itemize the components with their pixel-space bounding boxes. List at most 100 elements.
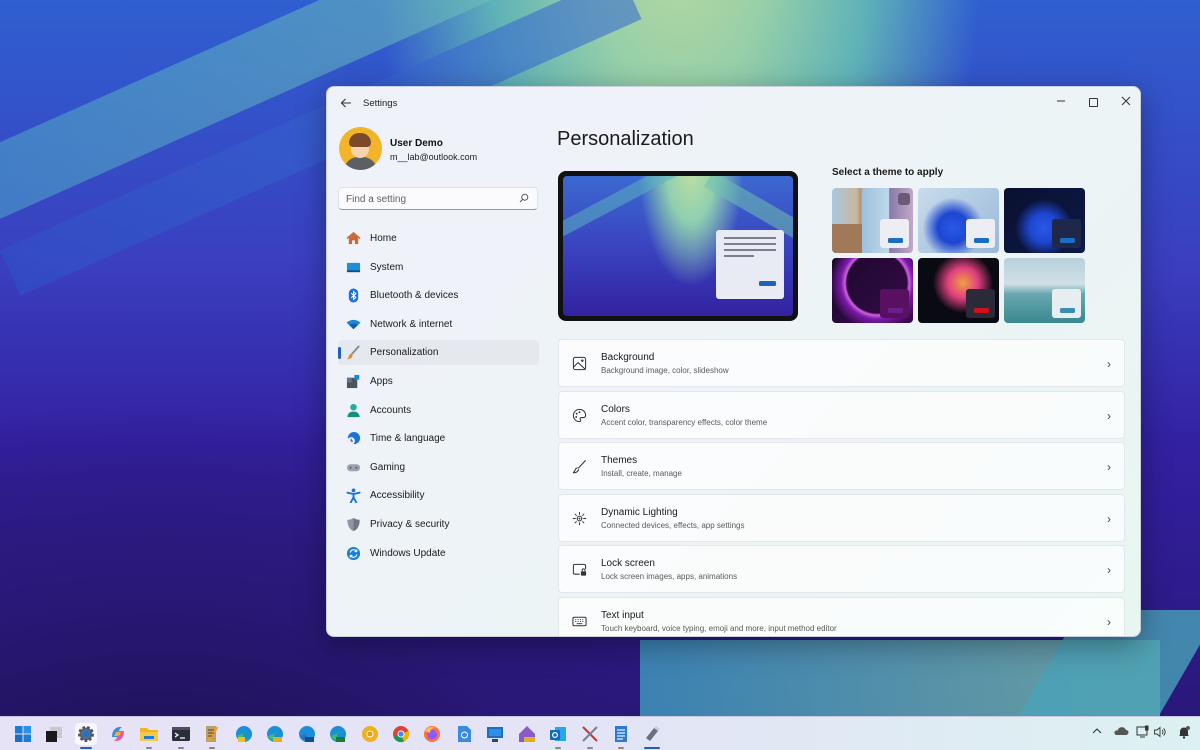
active-indicator (80, 747, 92, 749)
sidebar-nav: Home System Bluetooth & devices Network … (338, 226, 539, 569)
sidebar-item-personalization[interactable]: Personalization (338, 340, 539, 366)
onedrive-icon (1114, 727, 1129, 735)
avatar[interactable] (339, 127, 382, 170)
chevron-right-icon: › (1107, 408, 1111, 423)
taskbar-firefox[interactable] (421, 723, 443, 745)
volume-button[interactable] (1152, 725, 1168, 743)
accessibility-icon (346, 488, 361, 504)
sidebar-item-label: Apps (370, 375, 393, 387)
network-icon (1136, 725, 1149, 738)
start-button[interactable] (12, 723, 34, 745)
taskbar-tools[interactable] (201, 723, 223, 749)
setting-text-input[interactable]: Text input Touch keyboard, voice typing,… (558, 596, 1125, 636)
themes-label: Select a theme to apply (832, 167, 944, 178)
taskbar-usb-drive[interactable] (641, 723, 663, 749)
sidebar-item-windows-update[interactable]: Windows Update (338, 541, 539, 566)
sidebar-item-bluetooth[interactable]: Bluetooth & devices (338, 283, 539, 308)
palette-icon (572, 408, 587, 422)
setting-title: Dynamic Lighting (601, 506, 678, 518)
taskbar-edge-canary[interactable] (264, 723, 286, 745)
taskbar-chrome-canary[interactable] (359, 723, 381, 745)
settings-icon (78, 726, 94, 742)
sidebar-item-label: Gaming (370, 461, 406, 473)
theme-tile[interactable] (918, 188, 999, 253)
taskbar-chrome[interactable] (390, 723, 412, 745)
search-box[interactable] (338, 187, 538, 210)
sidebar-item-time-language[interactable]: Time & language (338, 426, 539, 451)
setting-lock-screen[interactable]: Lock screen Lock screen images, apps, an… (558, 545, 1125, 593)
sidebar-item-system[interactable]: System (338, 255, 539, 280)
sidebar-item-apps[interactable]: Apps (338, 369, 539, 394)
setting-colors[interactable]: Colors Accent color, transparency effect… (558, 390, 1125, 439)
close-button[interactable] (1110, 91, 1140, 113)
edge-beta-icon (299, 726, 315, 742)
settings-window: Settings User Demo m__lab@outlook.com Ho… (326, 86, 1141, 637)
taskbar-terminal[interactable] (170, 723, 192, 749)
taskbar (0, 716, 1200, 750)
sidebar-item-label: Personalization (370, 347, 439, 359)
sidebar-item-accounts[interactable]: Accounts (338, 398, 539, 423)
app-title: Settings (363, 98, 398, 109)
setting-description: Connected devices, effects, app settings (601, 520, 745, 530)
task-view-button[interactable] (43, 723, 65, 745)
taskbar-remote-desktop[interactable] (484, 723, 506, 745)
minimize-button[interactable] (1045, 91, 1077, 113)
title-bar[interactable]: Settings (327, 87, 1140, 121)
image-icon (572, 356, 587, 371)
taskbar-document[interactable] (453, 723, 475, 745)
lock-screen-icon (572, 563, 587, 576)
shield-icon (347, 517, 360, 531)
sidebar-item-network[interactable]: Network & internet (338, 312, 539, 337)
show-hidden-icons-button[interactable] (1090, 725, 1104, 743)
volume-icon (1154, 726, 1166, 738)
setting-title: Themes (601, 455, 638, 466)
notification-bell-icon (1179, 726, 1190, 739)
minimize-icon (1057, 100, 1065, 102)
snipping-tools-icon (582, 726, 598, 742)
theme-tile[interactable] (1004, 258, 1085, 323)
chevron-up-icon (1092, 728, 1102, 734)
user-email: m__lab@outlook.com (390, 152, 478, 162)
sidebar-item-home[interactable]: Home (338, 226, 539, 251)
search-icon[interactable] (519, 193, 529, 203)
setting-background[interactable]: Background Background image, color, slid… (558, 339, 1125, 387)
system-icon (346, 262, 361, 272)
setting-title: Lock screen (601, 558, 655, 569)
taskbar-settings[interactable] (75, 723, 97, 749)
setting-dynamic-lighting[interactable]: Dynamic Lighting Connected devices, effe… (558, 493, 1125, 542)
sidebar-item-accessibility[interactable]: Accessibility (338, 483, 539, 508)
theme-tile[interactable] (832, 258, 913, 323)
notifications-button[interactable] (1176, 725, 1192, 743)
onedrive-button[interactable] (1112, 725, 1130, 743)
theme-tile[interactable] (832, 188, 913, 253)
brush-icon (346, 345, 360, 360)
spotlight-icon (898, 193, 910, 205)
theme-tile[interactable] (918, 258, 999, 323)
search-input[interactable] (346, 191, 511, 207)
terminal-icon (172, 727, 190, 741)
sidebar-item-gaming[interactable]: Gaming (338, 455, 539, 480)
network-button[interactable] (1135, 725, 1151, 743)
taskbar-edge-beta[interactable] (296, 723, 318, 745)
taskbar-copilot[interactable] (107, 723, 129, 745)
copilot-icon (112, 727, 124, 741)
back-button[interactable] (337, 95, 355, 113)
setting-title: Text input (601, 609, 644, 621)
taskbar-edge-dev[interactable] (327, 723, 349, 745)
time-language-icon (347, 432, 361, 445)
usb-drive-icon (646, 726, 660, 741)
theme-tile[interactable] (1004, 188, 1085, 253)
taskbar-notepad[interactable] (610, 723, 632, 749)
taskbar-outlook[interactable] (547, 723, 569, 749)
outlook-icon (550, 727, 566, 741)
sidebar-item-label: Network & internet (370, 318, 453, 330)
setting-themes[interactable]: Themes Install, create, manage › (558, 442, 1125, 490)
taskbar-snipping-tools[interactable] (579, 723, 601, 749)
taskbar-edge[interactable] (233, 723, 255, 745)
apps-icon (346, 374, 360, 389)
maximize-button[interactable] (1077, 91, 1109, 113)
bluetooth-icon (348, 288, 359, 303)
taskbar-paint-preview[interactable] (516, 723, 538, 745)
taskbar-file-explorer[interactable] (138, 723, 160, 749)
sidebar-item-privacy-security[interactable]: Privacy & security (338, 512, 539, 537)
